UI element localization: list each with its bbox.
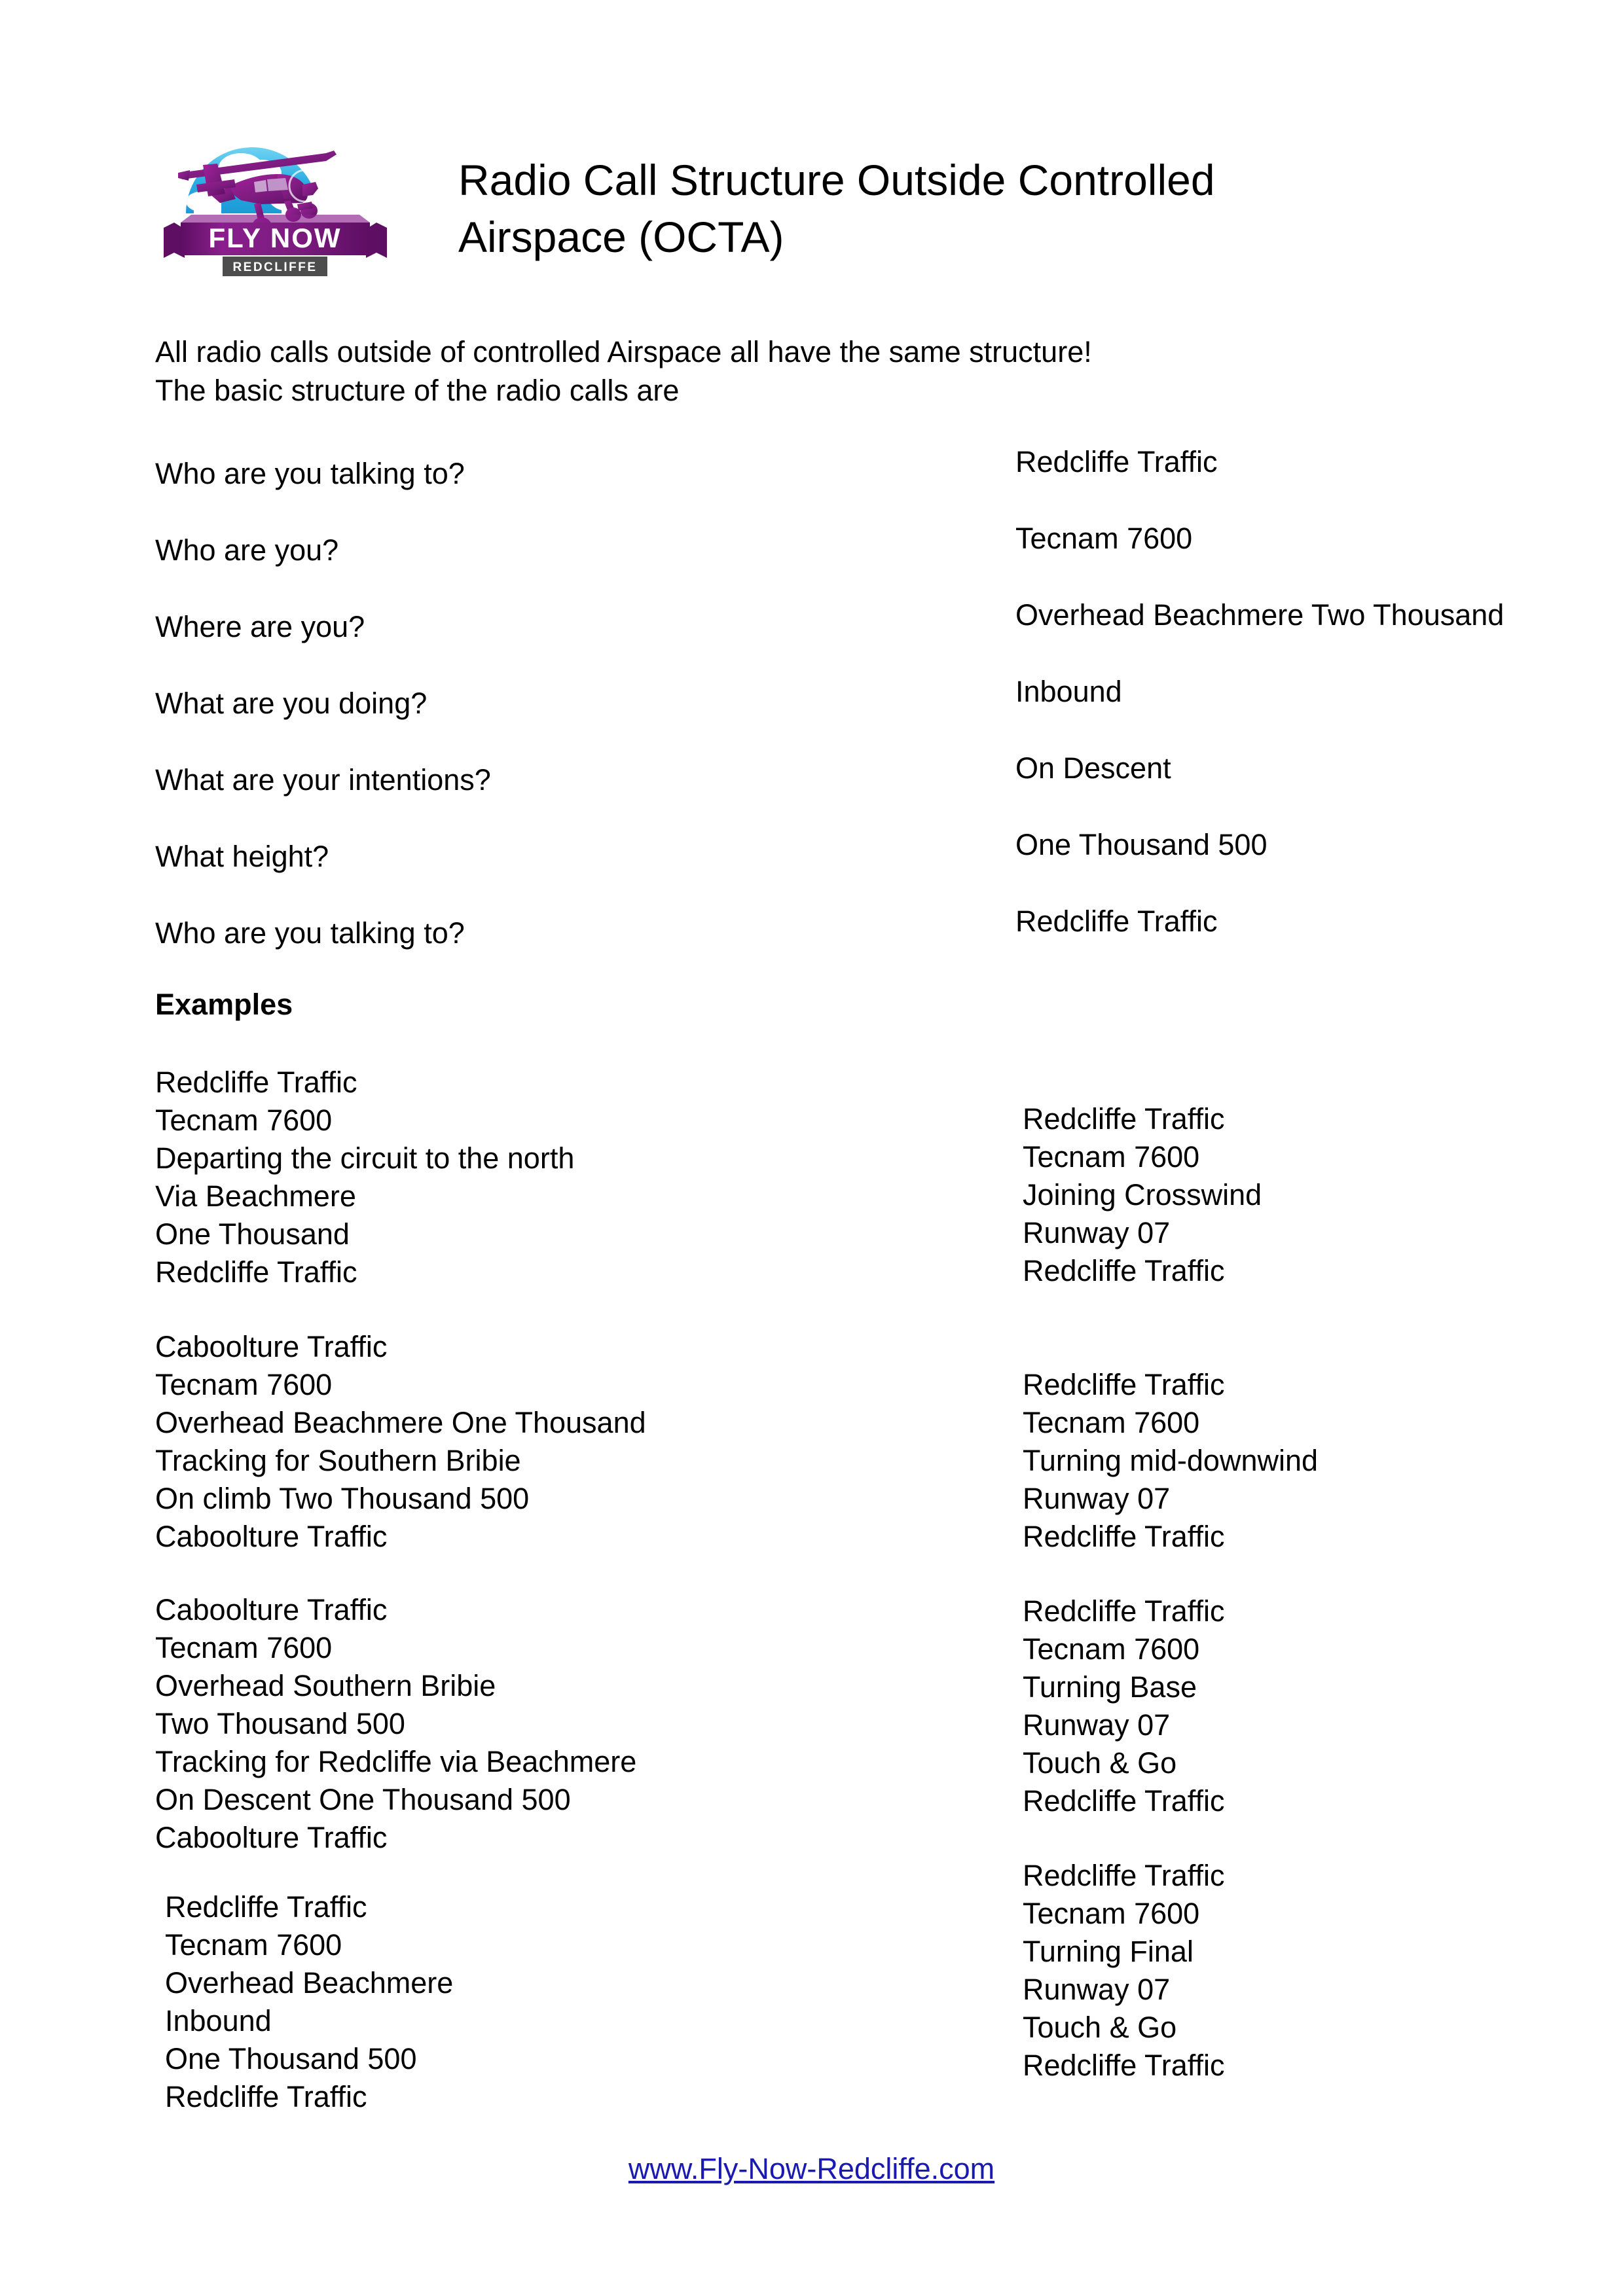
document-header: FLY NOW REDCLIFFE Radio Call Structure O…	[0, 0, 1623, 308]
dot-leader: ...............................	[639, 465, 911, 478]
document-footer: www.Fly-Now-Redcliffe.com	[0, 2152, 1623, 2186]
dot-leader: ...............................	[639, 619, 911, 632]
intro-line-1: All radio calls outside of controlled Ai…	[155, 335, 1092, 368]
document-page: FLY NOW REDCLIFFE Radio Call Structure O…	[0, 0, 1623, 2296]
radio-call-structure-table: Who are you talking to? ................…	[0, 447, 1623, 983]
qa-answer: On Descent	[1015, 751, 1171, 785]
qa-question: Who are you talking to?	[155, 916, 465, 950]
website-link[interactable]: www.Fly-Now-Redcliffe.com	[629, 2152, 994, 2185]
page-title: Radio Call Structure Outside Controlled …	[458, 152, 1519, 266]
example-line: Redcliffe Traffic	[155, 1066, 357, 1099]
table-row: Where are you? .........................…	[0, 600, 1623, 677]
table-row: What height? ...........................…	[0, 830, 1623, 906]
qa-question: What are your intentions?	[155, 763, 491, 797]
qa-answer: One Thousand 500	[1015, 828, 1267, 861]
qa-answer: Redcliffe Traffic	[1015, 905, 1218, 938]
qa-question: What are you doing?	[155, 687, 428, 720]
dot-leader: ...............................	[639, 542, 911, 555]
page-title-line-2: Airspace (OCTA)	[458, 213, 784, 262]
intro-paragraph: All radio calls outside of controlled Ai…	[155, 333, 1399, 410]
table-row: Who are you talking to? ................…	[0, 906, 1623, 983]
logo-location-text: REDCLIFFE	[232, 260, 317, 274]
examples-right-column: Redcliffe Traffic Tecnam 7600 Joining Cr…	[0, 1100, 1318, 2085]
qa-answer: Overhead Beachmere Two Thousand	[1015, 598, 1504, 632]
intro-line-2: The basic structure of the radio calls a…	[155, 373, 680, 407]
page-title-line-1: Radio Call Structure Outside Controlled	[458, 156, 1215, 204]
qa-answer: Tecnam 7600	[1015, 522, 1193, 555]
dot-leader: ...............................	[639, 848, 911, 861]
table-row: Who are you? ...........................…	[0, 524, 1623, 600]
example-block: Redcliffe Traffic Tecnam 7600 Turning mi…	[1023, 1368, 1319, 1553]
example-block: Redcliffe Traffic Tecnam 7600 Turning Fi…	[1023, 1859, 1225, 2082]
examples-heading: Examples	[155, 988, 293, 1021]
table-row: What are you doing? ....................…	[0, 677, 1623, 753]
logo-brand-text: FLY NOW	[208, 223, 341, 253]
fly-now-redcliffe-logo: FLY NOW REDCLIFFE	[162, 117, 388, 277]
qa-answer: Redcliffe Traffic	[1015, 445, 1218, 478]
qa-answer: Inbound	[1015, 675, 1122, 708]
example-block: Redcliffe Traffic Tecnam 7600 Joining Cr…	[1023, 1102, 1262, 1287]
dot-leader: ...............................	[639, 695, 911, 708]
qa-question: Who are you talking to?	[155, 457, 465, 490]
table-row: Who are you talking to? ................…	[0, 447, 1623, 524]
example-block: Redcliffe Traffic Tecnam 7600 Turning Ba…	[1023, 1594, 1225, 1818]
dot-leader: ...............................	[639, 925, 911, 938]
qa-question: Where are you?	[155, 610, 365, 643]
qa-question: What height?	[155, 840, 329, 873]
qa-question: Who are you?	[155, 533, 339, 567]
dot-leader: ...............................	[639, 772, 911, 785]
table-row: What are your intentions? ..............…	[0, 753, 1623, 830]
